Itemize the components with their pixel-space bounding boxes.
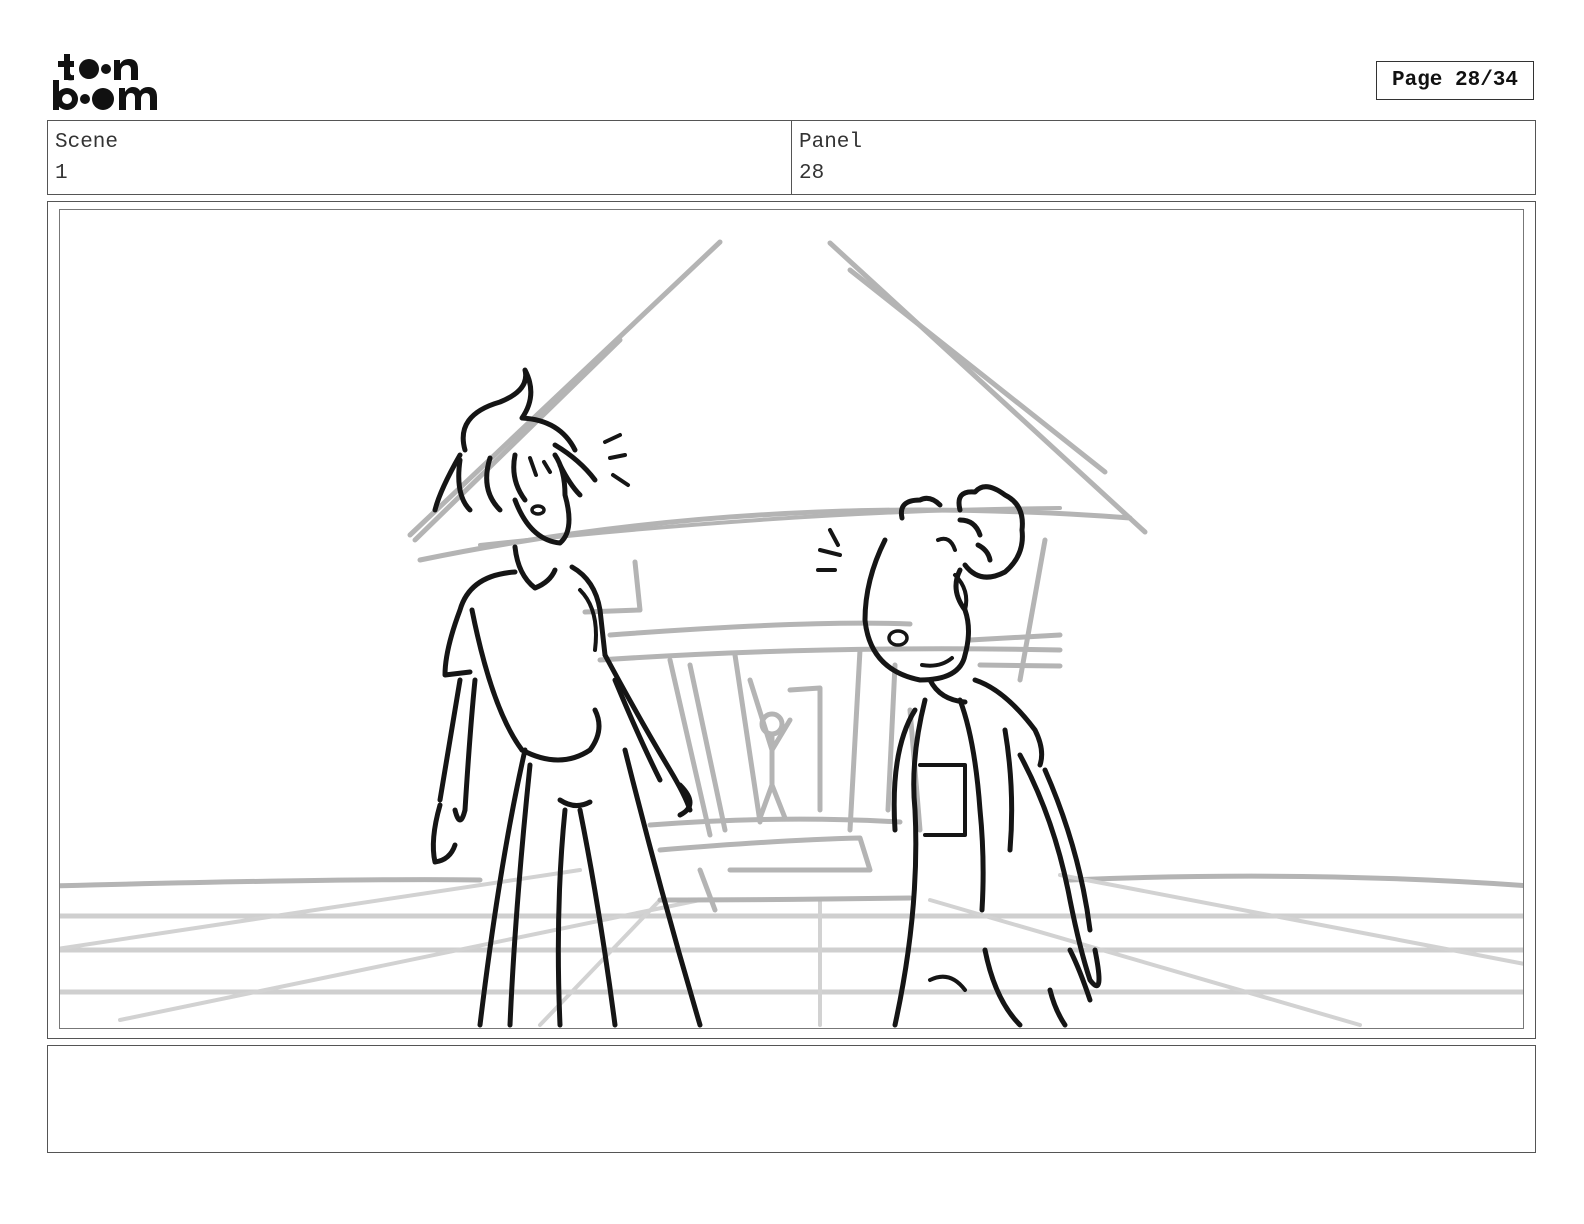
panel-notes-box [47,1045,1536,1153]
scene-panel-info: Scene 1 Panel 28 [47,120,1536,195]
background-sketch [60,239,1523,1027]
page-number-badge: Page 28/34 [1376,61,1534,100]
panel-label: Panel [799,131,863,154]
panel-cell: Panel 28 [791,121,1535,194]
storyboard-panel-image [59,209,1524,1029]
storyboard-panel-frame [47,201,1536,1039]
scene-value: 1 [55,162,68,185]
scene-label: Scene [55,131,119,154]
toonboom-logo [50,50,166,114]
storyboard-sketch [60,239,1523,1028]
character-sketch [430,367,1102,1028]
scene-cell: Scene 1 [48,121,791,194]
panel-value: 28 [799,162,825,185]
